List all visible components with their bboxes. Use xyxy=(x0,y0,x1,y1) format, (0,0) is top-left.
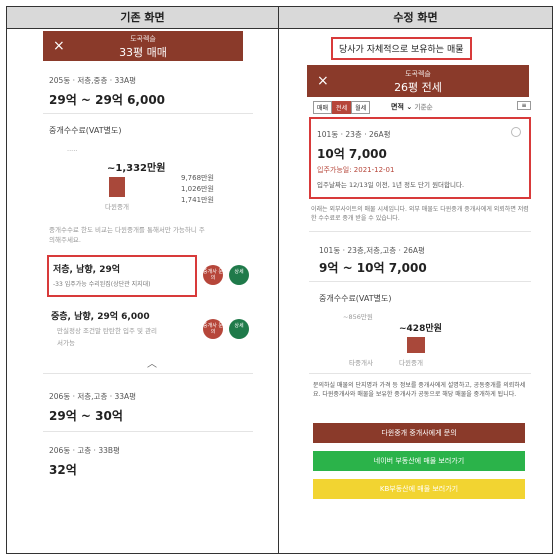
highlighted-listing[interactable]: 저층, 남향, 29억 -33 입주가능 수리된집(상단관 지지대) xyxy=(47,255,197,297)
highlighted-listing[interactable]: 101동 · 23층 · 26A평 10억 7,000 입주가능일: 2021-… xyxy=(309,117,531,199)
fee-amount: ~428만원 xyxy=(399,324,442,334)
tab-monthly[interactable]: 월세 xyxy=(351,101,371,114)
sort-extra: 기준순 xyxy=(414,103,433,111)
inquire-button[interactable]: 중개사 문의 xyxy=(203,319,223,339)
listing-line: 101동 · 23층,저층,고층 · 26A평 xyxy=(319,246,425,255)
divider xyxy=(43,373,253,374)
fee-label-other: 타중개사 xyxy=(349,359,373,367)
divider xyxy=(309,231,531,232)
right-panel: 수정 화면 당사가 자체적으로 보유하는 매물 × 도곡렉슬 26평 전세 매매… xyxy=(279,7,552,553)
highlight-subtitle: -33 입주가능 수리된집(상단관 지지대) xyxy=(53,281,151,288)
complex-name: 도곡렉슬 xyxy=(405,70,431,78)
chevron-down-icon: ⌄ xyxy=(406,103,413,111)
kb-realestate-button[interactable]: KB부동산에 매물 보러가기 xyxy=(313,479,525,499)
info-text: 문의하실 매물의 단지명과 가격 등 정보를 중개사에게 설명하고, 공동중개를… xyxy=(313,382,526,398)
deal-type-tabs: 매매 전세 월세 xyxy=(313,101,371,114)
divider xyxy=(309,373,531,374)
listing-price[interactable]: 32억 xyxy=(49,461,77,478)
listing-subtitle: 서가능 xyxy=(57,339,75,347)
fee-line: 1,741만원 xyxy=(181,196,214,204)
favorite-icon[interactable] xyxy=(511,127,521,137)
title-bar: × 도곡렉슬 26평 전세 xyxy=(307,65,529,97)
listing-subtitle: 만실정상 조건말 탄탄한 입주 및 관리 xyxy=(57,327,158,335)
divider xyxy=(43,431,253,432)
fee-bar xyxy=(407,337,425,353)
listing-line: 205동 · 저층,중층 · 33A평 xyxy=(49,76,137,85)
title-bar: × 도곡렉슬 33평 매매 xyxy=(43,31,243,61)
fee-title: 중개수수료(VAT별도) xyxy=(49,126,122,135)
listing-line: 206동 · 고층 · 33B평 xyxy=(49,446,120,455)
tab-jeonse[interactable]: 전세 xyxy=(332,101,352,114)
listing-price: 10억 7,000 xyxy=(317,147,387,161)
fee-top: ~856만원 xyxy=(343,313,373,321)
fee-bar xyxy=(109,177,125,197)
tab-sale[interactable]: 매매 xyxy=(313,101,333,114)
listing-line: 206동 · 저층,고층 · 33A평 xyxy=(49,392,137,401)
highlight-title: 저층, 남향, 29억 xyxy=(53,265,121,275)
filter-icon[interactable]: ≡ xyxy=(517,101,531,110)
owned-listing-tag: 당사가 자체적으로 보유하는 매물 xyxy=(331,37,472,60)
listing-price[interactable]: 29억 ~ 30억 xyxy=(49,407,123,424)
divider xyxy=(43,113,253,114)
fee-breakdown: 9,768만원 1,026만원 1,741만원 xyxy=(181,173,214,206)
fee-label-dawin: 다윈중개 xyxy=(399,359,423,367)
move-in-date: 입주가능일: 2021-12-01 xyxy=(317,166,395,174)
naver-realestate-button[interactable]: 네이버 부동산에 매물 보러가기 xyxy=(313,451,525,471)
left-panel-header: 기존 화면 xyxy=(7,7,278,29)
external-notice: 이래는 외부사이트의 매물 시세입니다. 외부 매물도 다윈중개 중개사에게 외… xyxy=(311,206,529,222)
fee-note: 중개수수료 한도 비교는 다윈중개를 통해서만 가능하니 주 의해주세요. xyxy=(49,225,259,245)
listing-price[interactable]: 29억 ~ 29억 6,000 xyxy=(49,91,165,108)
fee-title: 중개수수료(VAT별도) xyxy=(319,294,392,303)
left-panel: 기존 화면 × 도곡렉슬 33평 매매 205동 · 저층,중층 · 33A평 … xyxy=(7,7,279,553)
detail-button[interactable]: 상세 xyxy=(229,265,249,285)
listing-type: 26평 전세 xyxy=(394,81,442,94)
sort-label: 면적 xyxy=(391,103,404,111)
fee-note-line: 중개수수료 한도 비교는 다윈중개를 통해서만 가능하니 주 xyxy=(49,226,205,234)
listing-line: 101동 · 23층 · 26A평 xyxy=(317,130,391,139)
fee-bar-label: 다윈중개 xyxy=(105,203,129,211)
complex-name: 도곡렉슬 xyxy=(130,35,156,43)
detail-button[interactable]: 상세 xyxy=(229,319,249,339)
chevron-up-icon[interactable]: ︿ xyxy=(147,355,157,370)
fee-amount: ~1,332만원 xyxy=(107,163,166,174)
listing-type: 33평 매매 xyxy=(119,46,167,59)
fee-line: 1,026만원 xyxy=(181,185,214,193)
divider xyxy=(309,281,531,282)
fee-caption: ····· xyxy=(67,147,78,155)
inquire-agent-button[interactable]: 다윈중개 중개사에게 문의 xyxy=(313,423,525,443)
comparison-frame: 기존 화면 × 도곡렉슬 33평 매매 205동 · 저층,중층 · 33A평 … xyxy=(6,6,553,554)
listing-description: 입주날짜는 12/13일 이전, 1년 정도 단기 원더합니다. xyxy=(317,181,465,189)
inquire-button[interactable]: 중개사 문의 xyxy=(203,265,223,285)
fee-line: 9,768만원 xyxy=(181,174,214,182)
right-panel-header: 수정 화면 xyxy=(279,7,552,29)
listing-price[interactable]: 9억 ~ 10억 7,000 xyxy=(319,259,427,276)
listing-title[interactable]: 중층, 남향, 29억 6,000 xyxy=(51,309,150,322)
sort-dropdown[interactable]: 면적 ⌄ 기준순 xyxy=(391,101,433,112)
fee-note-line: 의해주세요. xyxy=(49,236,81,244)
